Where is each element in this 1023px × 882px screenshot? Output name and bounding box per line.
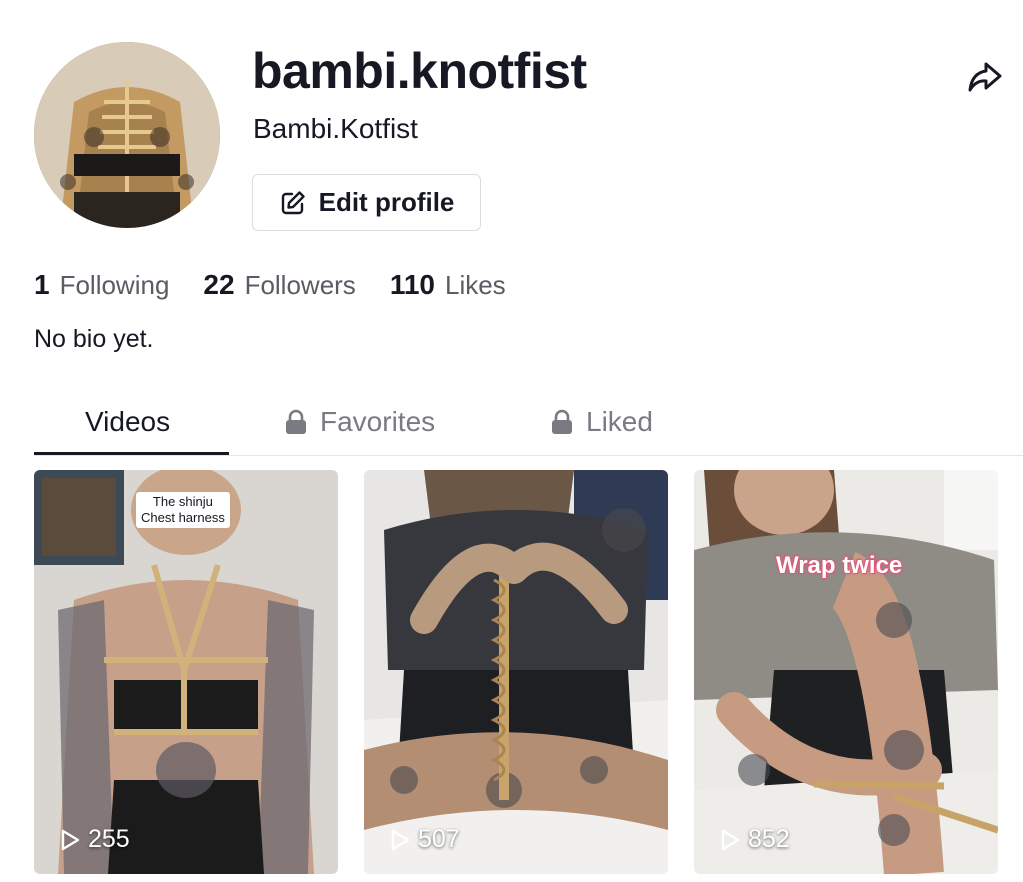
video-1-views: 255 [60,825,130,854]
play-icon [391,829,410,850]
video-1-image [34,470,338,874]
video-thumbnail-3[interactable]: Wrap twice 852 [694,470,998,874]
video-1-caption: The shinju Chest harness [136,492,230,528]
video-1-view-count: 255 [88,825,130,853]
video-2-views: 507 [390,825,460,854]
stat-followers-label: Followers [244,270,356,300]
tab-liked-label: Liked [586,406,653,437]
video-2-view-count: 507 [418,825,460,853]
edit-profile-label: Edit profile [318,187,455,217]
video-2-image [364,470,668,874]
pencil-square-icon [281,190,305,214]
stat-following[interactable]: 1 Following [34,268,169,302]
stat-likes: 110 Likes [390,268,506,302]
video-thumbnail-1[interactable]: The shinju Chest harness 255 [34,470,338,874]
nickname: Bambi.Kotfist [253,113,418,144]
stat-following-label: Following [59,270,170,300]
avatar-image [34,42,220,228]
stat-likes-label: Likes [444,270,506,300]
play-icon [61,829,80,850]
bio-text: No bio yet. [34,325,154,353]
stat-followers[interactable]: 22 Followers [203,268,355,302]
stat-likes-count: 110 [389,269,435,300]
stat-following-count: 1 [34,269,50,300]
play-icon [721,829,740,850]
profile-page: bambi.knotfist Bambi.Kotfist Edit profil… [0,0,1023,882]
video-3-image [694,470,998,874]
profile-stats: 1 Following 22 Followers 110 Likes [34,268,506,302]
video-thumbnail-2[interactable]: 507 [364,470,668,874]
tab-favorites[interactable]: Favorites [284,402,435,442]
username: bambi.knotfist [252,43,587,99]
avatar[interactable] [34,42,220,228]
tabs-divider [34,455,1023,456]
video-1-caption-line1: The shinju [152,494,213,509]
video-3-view-count: 852 [748,825,790,853]
lock-icon [552,409,572,434]
tab-favorites-label: Favorites [320,406,436,437]
share-arrow-icon[interactable] [966,58,1004,96]
lock-icon [286,409,306,434]
tab-liked[interactable]: Liked [550,402,653,442]
video-3-views: 852 [720,825,790,854]
tab-videos[interactable]: Videos [85,402,170,442]
video-3-overlay-text: Wrap twice [776,552,903,579]
video-1-caption-line2: Chest harness [141,510,225,525]
edit-profile-button[interactable]: Edit profile [252,174,481,231]
stat-followers-count: 22 [203,269,235,300]
tab-videos-label: Videos [85,406,171,437]
